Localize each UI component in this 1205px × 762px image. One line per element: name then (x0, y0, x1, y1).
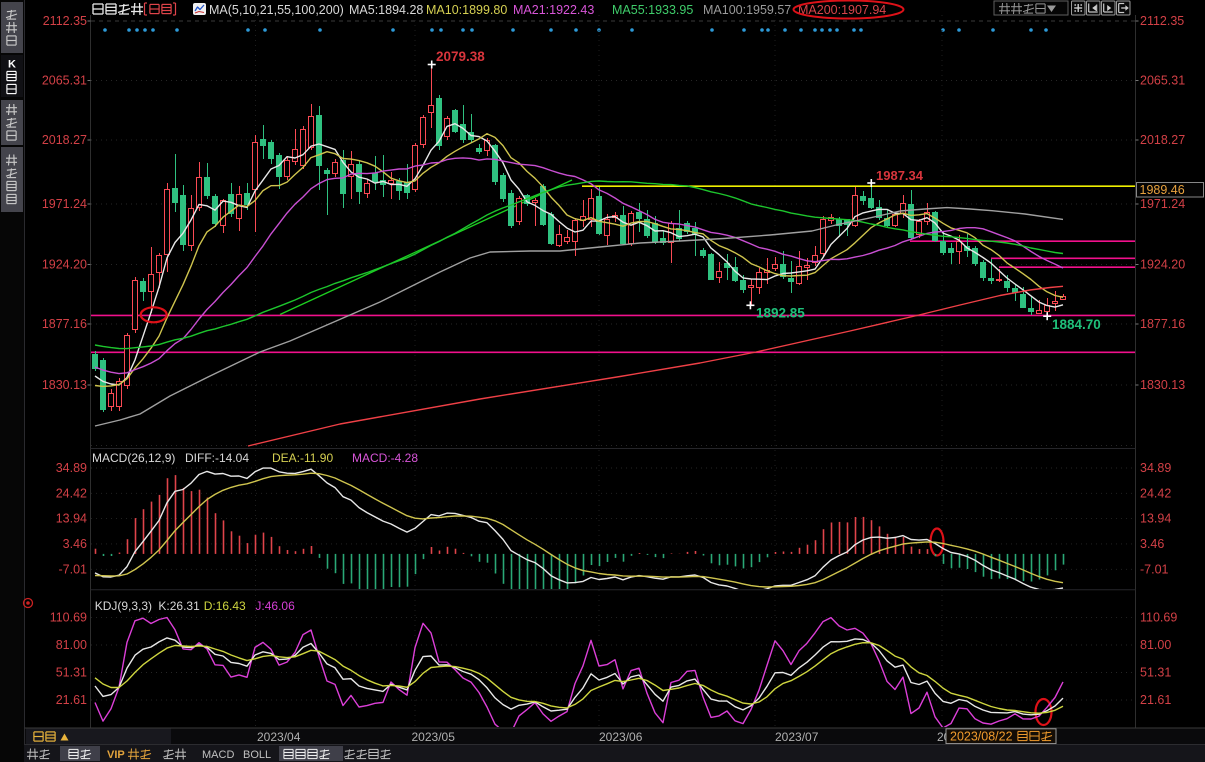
svg-text:13.94: 13.94 (56, 512, 87, 526)
svg-text:2112.35: 2112.35 (1140, 14, 1184, 28)
svg-text:-7.01: -7.01 (1140, 562, 1169, 576)
svg-text:34.89: 34.89 (56, 461, 87, 475)
svg-text:1987.34: 1987.34 (876, 168, 924, 183)
svg-text:24.42: 24.42 (1140, 486, 1171, 500)
svg-text:110.69: 110.69 (50, 610, 87, 624)
svg-text:1830.13: 1830.13 (1140, 378, 1185, 392)
svg-text:MA100:1959.57: MA100:1959.57 (703, 3, 791, 17)
svg-text:21.61: 21.61 (56, 693, 87, 707)
svg-text:2065.31: 2065.31 (1140, 74, 1185, 88)
svg-text:1830.13: 1830.13 (42, 378, 87, 392)
svg-text:VIP: VIP (107, 749, 125, 761)
svg-text:81.00: 81.00 (56, 638, 87, 652)
svg-text:51.31: 51.31 (56, 666, 87, 680)
svg-text:2023/07: 2023/07 (775, 730, 819, 744)
svg-text:KDJ(9,3,3): KDJ(9,3,3) (95, 599, 152, 613)
svg-text:K: K (8, 59, 16, 71)
svg-text:1884.70: 1884.70 (1052, 317, 1101, 332)
svg-text:1924.20: 1924.20 (42, 258, 87, 272)
svg-text:34.89: 34.89 (1140, 461, 1171, 475)
svg-text:2023/08/22: 2023/08/22 (950, 730, 1013, 744)
svg-text:2079.38: 2079.38 (436, 49, 485, 64)
svg-text:DEA:-11.90: DEA:-11.90 (272, 451, 333, 465)
svg-text:1971.24: 1971.24 (42, 197, 87, 211)
svg-text:D:16.43: D:16.43 (204, 599, 246, 613)
svg-text:1877.16: 1877.16 (1140, 317, 1185, 331)
svg-text:J:46.06: J:46.06 (255, 599, 295, 613)
svg-text:BOLL: BOLL (243, 749, 271, 761)
svg-text:2112.35: 2112.35 (43, 14, 87, 28)
svg-text:MACD:-4.28: MACD:-4.28 (352, 451, 418, 465)
svg-text:2023/06: 2023/06 (599, 730, 643, 744)
svg-text:MACD: MACD (202, 749, 234, 761)
svg-text:110.69: 110.69 (1140, 610, 1177, 624)
svg-text:21.61: 21.61 (1140, 693, 1171, 707)
svg-text:MA(5,10,21,55,100,200): MA(5,10,21,55,100,200) (209, 3, 344, 17)
svg-text:3.46: 3.46 (63, 537, 87, 551)
svg-text:24.42: 24.42 (56, 486, 87, 500)
svg-text:2065.31: 2065.31 (42, 74, 87, 88)
svg-text:1971.24: 1971.24 (1140, 197, 1185, 211)
svg-text:MA10:1899.80: MA10:1899.80 (426, 3, 507, 17)
svg-text:1924.20: 1924.20 (1140, 258, 1185, 272)
svg-text:3.46: 3.46 (1140, 537, 1164, 551)
svg-text:MA55:1933.95: MA55:1933.95 (612, 3, 693, 17)
svg-text:81.00: 81.00 (1140, 638, 1171, 652)
svg-text:-7.01: -7.01 (59, 562, 88, 576)
svg-text:2023/04: 2023/04 (257, 730, 301, 744)
svg-text:2018.27: 2018.27 (1140, 133, 1185, 147)
svg-text:MA5:1894.28: MA5:1894.28 (349, 3, 423, 17)
svg-text:DIFF:-14.04: DIFF:-14.04 (185, 451, 249, 465)
svg-text:K:26.31: K:26.31 (158, 599, 200, 613)
svg-text:MACD(26,12,9): MACD(26,12,9) (92, 451, 175, 465)
svg-text:13.94: 13.94 (1140, 512, 1171, 526)
svg-text:51.31: 51.31 (1140, 666, 1171, 680)
svg-text:MA21:1922.43: MA21:1922.43 (513, 3, 594, 17)
svg-text:2018.27: 2018.27 (42, 133, 87, 147)
svg-text:2023/05: 2023/05 (412, 730, 456, 744)
svg-text:1892.85: 1892.85 (756, 306, 805, 321)
svg-text:1989.46: 1989.46 (1140, 183, 1185, 197)
svg-text:1877.16: 1877.16 (42, 317, 87, 331)
svg-text:MA200:1907.94: MA200:1907.94 (798, 3, 886, 17)
